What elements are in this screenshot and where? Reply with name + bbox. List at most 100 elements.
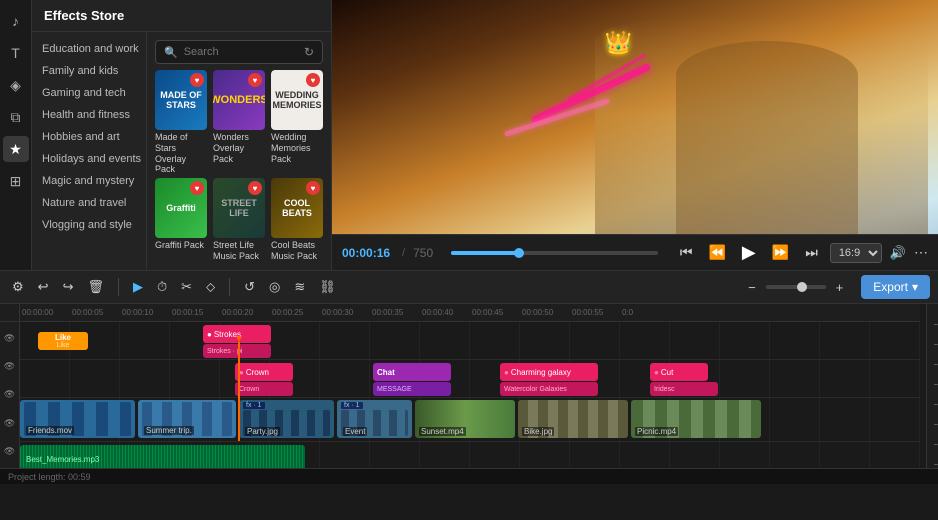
- effect-label-cool-beats: Cool Beats Music Pack: [271, 240, 323, 262]
- playback-bar: 00:00:16 / 750 ⏮ ⏪ ▶ ⏩ ⏭ 16:9 🔊 ⋯: [332, 234, 938, 270]
- ruler-mark-2: 00:00:10: [122, 308, 153, 317]
- volume-icon[interactable]: 🔊: [890, 245, 906, 261]
- track-eye-audio2[interactable]: 👁: [4, 446, 15, 457]
- delete-button[interactable]: 🗑: [83, 277, 108, 297]
- cut-button[interactable]: ✂: [177, 277, 196, 297]
- clip-bike-label: Bike.jpg: [522, 427, 554, 436]
- timeline-settings-icon[interactable]: ⚙: [8, 277, 28, 297]
- effect-card-made-of-stars[interactable]: MADE OF STARS ♥ Made of Stars Overlay Pa…: [155, 70, 207, 172]
- top-section: ♪ T ◈ ⧉ ★ ⊞ Effects Store Education and …: [0, 0, 938, 270]
- ruler-mark-9: 00:00:45: [472, 308, 503, 317]
- clip-event[interactable]: fx · 1 Event: [337, 400, 412, 438]
- category-item-health[interactable]: Health and fitness: [32, 104, 146, 126]
- frame-forward-button[interactable]: ⏩: [768, 242, 793, 263]
- clip-strokes-sub[interactable]: Strokes · pi: [203, 344, 271, 358]
- effects-icon[interactable]: ◈: [3, 72, 29, 98]
- play-timeline-button[interactable]: ▶: [129, 277, 147, 297]
- audio-button[interactable]: ≋: [290, 277, 309, 297]
- text-icon[interactable]: T: [3, 40, 29, 66]
- link-button[interactable]: ⛓: [315, 277, 340, 297]
- clip-party-fx: fx · 1: [243, 402, 265, 409]
- music-icon[interactable]: ♪: [3, 8, 29, 34]
- export-button[interactable]: Export ▾: [861, 275, 930, 299]
- clip-crown-label: Crown: [246, 368, 269, 377]
- ruler-tick-2: [934, 344, 938, 345]
- skip-back-button[interactable]: ⏮: [676, 242, 697, 263]
- timeline-tracks[interactable]: 00:00:00 00:00:05 00:00:10 00:00:15 00:0…: [20, 304, 926, 468]
- clip-sunset[interactable]: Sunset.mp4: [415, 400, 515, 438]
- clip-like-sub: Like: [57, 342, 70, 349]
- clip-cut[interactable]: ● Cut: [650, 363, 708, 381]
- category-item-holidays[interactable]: Holidays and events: [32, 148, 146, 170]
- effect-card-graffiti[interactable]: Graffiti ♥ Graffiti Pack: [155, 178, 207, 262]
- effect-card-cool-beats[interactable]: COOL BEATS ♥ Cool Beats Music Pack: [271, 178, 323, 262]
- track-eye-overlay1[interactable]: 👁: [4, 333, 15, 344]
- transition-icon[interactable]: ⧉: [3, 104, 29, 130]
- skip-forward-button[interactable]: ⏭: [801, 242, 822, 263]
- track-eye-video[interactable]: 👁: [4, 389, 15, 400]
- clip-cut-dot: ●: [654, 368, 659, 377]
- category-item-vlogging[interactable]: Vlogging and style: [32, 214, 146, 236]
- overlay-track-2: ● Crown Crown Chat MESSAGE: [20, 360, 920, 398]
- track-eye-overlay2[interactable]: 👁: [4, 361, 15, 372]
- clip-friends-thumb: Friends.mov: [24, 402, 131, 436]
- clip-picnic-thumb: Picnic.mp4: [631, 400, 761, 438]
- zoom-in-button[interactable]: +: [832, 278, 848, 297]
- zoom-slider[interactable]: [766, 285, 826, 289]
- clip-picnic[interactable]: Picnic.mp4: [631, 400, 761, 438]
- frame-back-button[interactable]: ⏪: [704, 242, 729, 263]
- project-length-bar: Project length: 00:59: [0, 468, 938, 484]
- clip-picnic-label: Picnic.mp4: [635, 427, 678, 436]
- ruler-mark-10: 00:00:50: [522, 308, 553, 317]
- marker-button[interactable]: ◎: [265, 277, 284, 297]
- aspect-ratio-select[interactable]: 16:9: [830, 243, 882, 263]
- clip-watercolor-sub: Watercolor Galaxies: [500, 382, 598, 396]
- zoom-out-button[interactable]: −: [744, 278, 760, 297]
- effects-content: 🔍 ↻ MADE OF STARS ♥ Made of Stars Ove: [147, 32, 331, 270]
- more-options-button[interactable]: ⋯: [914, 244, 928, 261]
- template-icon[interactable]: ⊞: [3, 168, 29, 194]
- category-item-magic[interactable]: Magic and mystery: [32, 170, 146, 192]
- clip-like-label: Like: [55, 333, 71, 342]
- category-item-education[interactable]: Education and work: [32, 38, 146, 60]
- badge-wonders: ♥: [248, 73, 262, 87]
- clip-friends[interactable]: Friends.mov: [20, 400, 135, 438]
- clip-crown[interactable]: ● Crown: [235, 363, 293, 381]
- clip-summer[interactable]: Summer trip.: [138, 400, 236, 438]
- category-item-family[interactable]: Family and kids: [32, 60, 146, 82]
- loop-button[interactable]: ↺: [240, 277, 259, 297]
- clip-party-label: Party.jpg: [245, 427, 280, 436]
- effects-header: Effects Store: [32, 0, 331, 32]
- clip-charming[interactable]: ● Charming galaxy: [500, 363, 598, 381]
- effect-card-wonders[interactable]: WONDERS ♥ Wonders Overlay Pack: [213, 70, 265, 172]
- ruler-mark-5: 00:00:25: [272, 308, 303, 317]
- redo-button[interactable]: ↪: [59, 277, 78, 297]
- sticker-icon[interactable]: ★: [3, 136, 29, 162]
- clip-bike[interactable]: Bike.jpg: [518, 400, 628, 438]
- effect-label-graffiti: Graffiti Pack: [155, 240, 207, 251]
- clip-like[interactable]: Like Like: [38, 332, 88, 350]
- play-button[interactable]: ▶: [738, 240, 760, 265]
- clip-message-label: MESSAGE: [377, 386, 412, 393]
- effect-card-wedding[interactable]: WEDDING MEMORIES ♥ Wedding Memories Pack: [271, 70, 323, 172]
- track-eye-audio1[interactable]: 👁: [4, 418, 15, 429]
- playback-progress[interactable]: [451, 251, 658, 255]
- clip-sunset-thumb: Sunset.mp4: [415, 400, 515, 438]
- refresh-icon[interactable]: ↻: [304, 45, 314, 59]
- split-button[interactable]: ⬦: [202, 277, 219, 297]
- category-item-gaming[interactable]: Gaming and tech: [32, 82, 146, 104]
- tracks-wrapper: 00:00:00 00:00:05 00:00:10 00:00:15 00:0…: [20, 304, 920, 468]
- audio-track-1: Best_Memories.mp3: [20, 442, 920, 468]
- clip-chat[interactable]: Chat: [373, 363, 451, 381]
- category-item-nature[interactable]: Nature and travel: [32, 192, 146, 214]
- clip-party[interactable]: fx · 1 Party.jpg: [239, 400, 334, 438]
- category-item-hobbies[interactable]: Hobbies and art: [32, 126, 146, 148]
- clip-iridesc-label: Iridesc: [654, 386, 675, 393]
- ruler-mark-8: 00:00:40: [422, 308, 453, 317]
- undo-button[interactable]: ↩: [34, 277, 53, 297]
- timer-icon[interactable]: ⏱: [153, 277, 171, 297]
- search-input[interactable]: [184, 46, 298, 58]
- clip-best-memories[interactable]: Best_Memories.mp3: [20, 445, 305, 468]
- effect-label-wedding: Wedding Memories Pack: [271, 132, 323, 164]
- effect-card-street[interactable]: STREET LIFE ♥ Street Life Music Pack: [213, 178, 265, 262]
